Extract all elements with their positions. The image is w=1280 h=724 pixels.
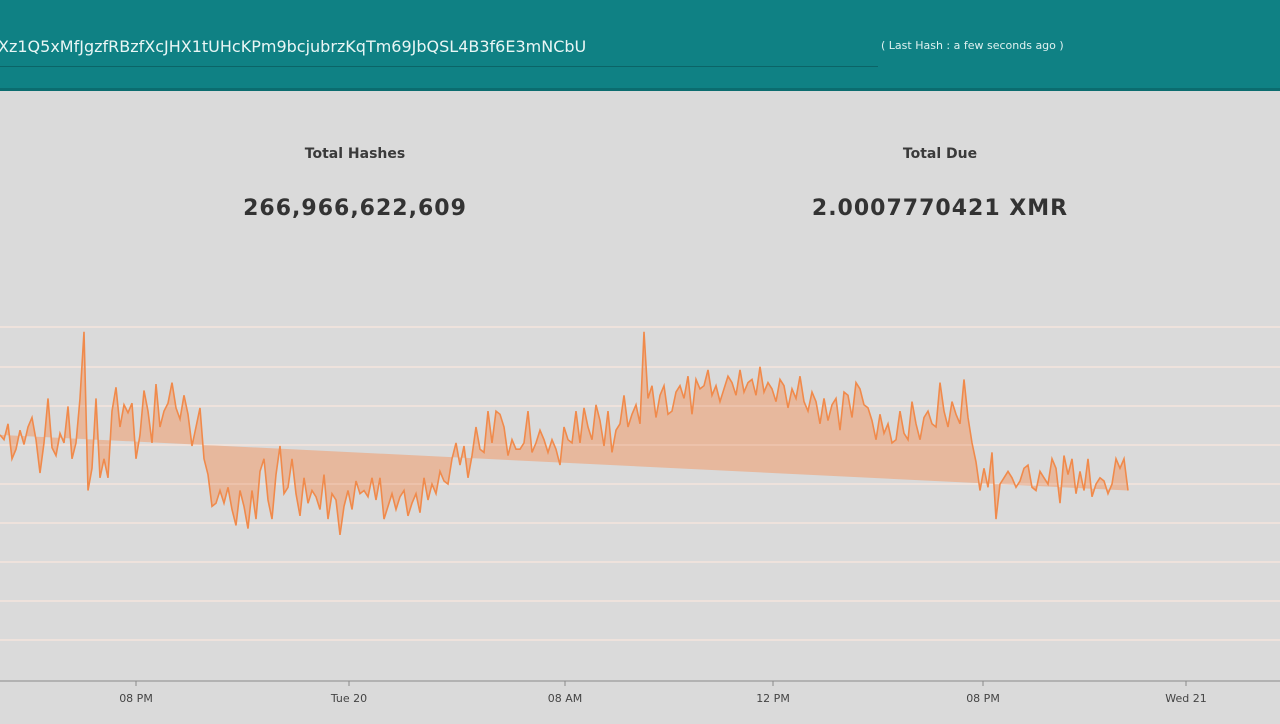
x-tick-label: Tue 20 [330,692,367,705]
x-tick-label: 12 PM [756,692,790,705]
x-tick-label: Wed 21 [1165,692,1206,705]
total-due-stat: Total Due 2.0007770421 XMR [740,146,1140,221]
x-tick-label: 08 PM [966,692,1000,705]
top-bar: Xz1Q5xMfJgzfRBzfXcJHX1tUHcKPm9bcjubrzKqT… [0,0,1280,88]
total-due-label: Total Due [902,146,978,162]
total-hashes-label: Total Hashes [304,146,406,162]
x-tick-label: 08 AM [548,692,583,705]
x-tick-label: 08 PM [119,692,153,705]
top-bar-divider [0,88,1280,91]
hashrate-chart: 08 PM Tue 20 08 AM 12 PM 08 PM Wed 21 [0,290,1280,720]
total-hashes-stat: Total Hashes 266,966,622,609 [155,146,555,221]
total-due-value: 2.0007770421 XMR [811,196,1069,221]
wallet-address: Xz1Q5xMfJgzfRBzfXcJHX1tUHcKPm9bcjubrzKqT… [0,37,587,56]
address-field[interactable]: Xz1Q5xMfJgzfRBzfXcJHX1tUHcKPm9bcjubrzKqT… [0,28,878,67]
last-hash-status: ( Last Hash : a few seconds ago ) [881,39,1064,52]
hashrate-chart-svg: 08 PM Tue 20 08 AM 12 PM 08 PM Wed 21 [0,326,1280,705]
total-hashes-value: 266,966,622,609 [243,196,467,221]
x-axis-ticks: 08 PM Tue 20 08 AM 12 PM 08 PM Wed 21 [119,681,1207,705]
